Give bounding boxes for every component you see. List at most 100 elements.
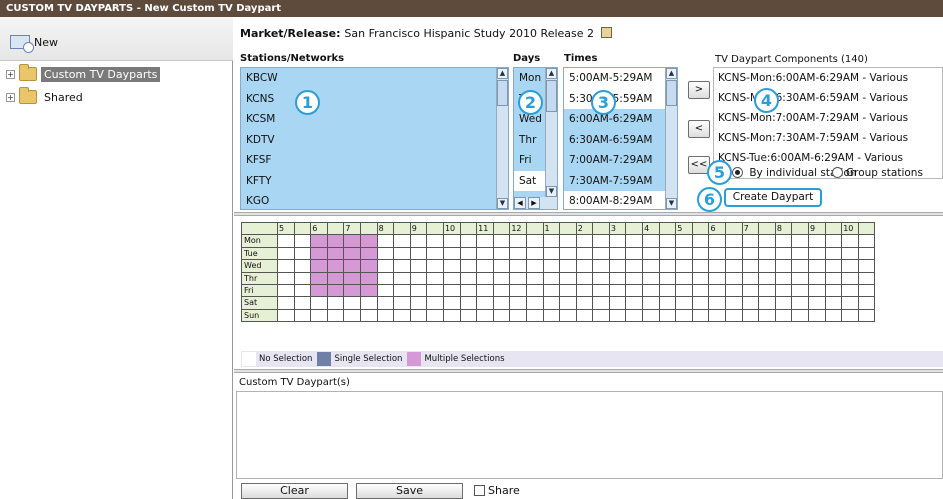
- grid-cell[interactable]: [808, 308, 826, 323]
- grid-cell[interactable]: [509, 259, 527, 273]
- grid-cell[interactable]: [409, 283, 428, 298]
- grid-cell[interactable]: [658, 308, 677, 323]
- grid-cell[interactable]: [426, 308, 444, 323]
- grid-cell[interactable]: [492, 296, 511, 310]
- grid-cell[interactable]: [409, 296, 428, 310]
- grid-cell[interactable]: [774, 271, 793, 285]
- daypart-grid[interactable]: 5 6 7 8 9 10 11 12 1 2 3 4 5 6 7 8 9 10 Mon Tue Wed Thr Fri Sat…: [241, 221, 876, 323]
- grid-cell[interactable]: [559, 234, 577, 248]
- scroll-down-icon[interactable]: ▼: [497, 198, 508, 209]
- station-item[interactable]: KGO: [241, 191, 508, 209]
- time-item[interactable]: 5:30AM-5:59AM: [564, 88, 677, 109]
- grid-cell[interactable]: [642, 259, 660, 273]
- grid-cell[interactable]: [525, 296, 544, 310]
- expand-icon[interactable]: +: [6, 69, 15, 79]
- share-checkbox[interactable]: [474, 485, 485, 496]
- grid-cell[interactable]: [575, 296, 594, 310]
- grid-cell[interactable]: [293, 259, 312, 273]
- grid-cell[interactable]: [841, 283, 859, 298]
- grid-cell[interactable]: [393, 308, 411, 323]
- grid-cell[interactable]: [608, 308, 627, 323]
- grid-cell[interactable]: [725, 246, 743, 261]
- grid-cell[interactable]: [343, 246, 361, 261]
- grid-cell[interactable]: [426, 271, 444, 285]
- grid-cell[interactable]: [658, 246, 677, 261]
- grid-cell[interactable]: [675, 234, 693, 248]
- grid-cell[interactable]: [625, 234, 644, 248]
- grid-cell[interactable]: [459, 296, 478, 310]
- component-item[interactable]: KCNS-Mon:7:00AM-7:29AM - Various: [714, 108, 942, 128]
- grid-cell[interactable]: [559, 308, 577, 323]
- grid-cell[interactable]: [808, 271, 826, 285]
- grid-cell[interactable]: [642, 308, 660, 323]
- grid-cell[interactable]: [426, 296, 444, 310]
- grid-cell[interactable]: [426, 234, 444, 248]
- grid-cell[interactable]: [310, 259, 328, 273]
- grid-cell[interactable]: [857, 296, 876, 310]
- remove-button[interactable]: <: [688, 120, 710, 138]
- grid-cell[interactable]: [625, 283, 644, 298]
- days-hscrollbar[interactable]: ◀ ▶: [514, 197, 557, 209]
- grid-cell[interactable]: [774, 259, 793, 273]
- tree-item-label[interactable]: Shared: [41, 90, 86, 105]
- grid-cell[interactable]: [708, 283, 727, 298]
- station-item[interactable]: KBCW: [241, 68, 508, 89]
- new-button[interactable]: New: [10, 35, 58, 53]
- grid-cell[interactable]: [725, 296, 743, 310]
- grid-cell[interactable]: [542, 246, 561, 261]
- component-item[interactable]: KCNS-Tue:6:00AM-6:29AM - Various: [714, 148, 942, 168]
- grid-cell[interactable]: [658, 234, 677, 248]
- times-scrollbar[interactable]: ▲ ▼: [665, 68, 677, 209]
- radio-icon[interactable]: [832, 167, 843, 178]
- station-item[interactable]: KDTV: [241, 130, 508, 151]
- grid-cell[interactable]: [592, 259, 610, 273]
- station-item[interactable]: KFTY: [241, 171, 508, 192]
- stations-list[interactable]: KBCW KCNS KCSM KDTV KFSF KFTY KGO ▲ ▼: [240, 67, 509, 210]
- tree-item-shared[interactable]: + Shared: [6, 87, 86, 107]
- component-item[interactable]: KCNS-Mon:6:00AM-6:29AM - Various: [714, 68, 942, 88]
- component-item[interactable]: KCNS-Mon:6:30AM-6:59AM - Various: [714, 88, 942, 108]
- grid-cell[interactable]: [492, 271, 511, 285]
- grid-cell[interactable]: [359, 271, 378, 285]
- grid-cell[interactable]: [575, 308, 594, 323]
- grid-cell[interactable]: [841, 296, 859, 310]
- grid-cell[interactable]: [476, 308, 494, 323]
- grid-cell[interactable]: [559, 296, 577, 310]
- grid-cell[interactable]: [857, 308, 876, 323]
- grid-cell[interactable]: [293, 283, 312, 298]
- grid-cell[interactable]: [376, 234, 395, 248]
- grid-cell[interactable]: [376, 271, 395, 285]
- grid-cell[interactable]: [393, 296, 411, 310]
- grid-cell[interactable]: [376, 259, 395, 273]
- grid-cell[interactable]: [409, 234, 428, 248]
- grid-cell[interactable]: [509, 283, 527, 298]
- grid-cell[interactable]: [575, 271, 594, 285]
- grid-cell[interactable]: [542, 271, 561, 285]
- grid-cell[interactable]: [608, 259, 627, 273]
- grid-cell[interactable]: [691, 296, 710, 310]
- grid-cell[interactable]: [393, 283, 411, 298]
- grid-cell[interactable]: [791, 283, 809, 298]
- grid-cell[interactable]: [592, 308, 610, 323]
- grid-cell[interactable]: [625, 259, 644, 273]
- grid-cell[interactable]: [725, 283, 743, 298]
- notes-icon[interactable]: [600, 27, 612, 38]
- scroll-thumb[interactable]: [497, 80, 508, 106]
- grid-cell[interactable]: [293, 296, 312, 310]
- grid-cell[interactable]: [575, 259, 594, 273]
- grid-cell[interactable]: [708, 308, 727, 323]
- grid-cell[interactable]: [293, 271, 312, 285]
- grid-cell[interactable]: [791, 296, 809, 310]
- grid-cell[interactable]: [492, 246, 511, 261]
- grid-cell[interactable]: [857, 246, 876, 261]
- grid-cell[interactable]: [492, 259, 511, 273]
- grid-cell[interactable]: [741, 283, 760, 298]
- grid-cell[interactable]: [426, 246, 444, 261]
- grid-cell[interactable]: [642, 246, 660, 261]
- grid-cell[interactable]: [808, 296, 826, 310]
- option-group-stations[interactable]: Group stations: [832, 167, 923, 179]
- time-item[interactable]: 6:30AM-6:59AM: [564, 129, 677, 150]
- grid-cell[interactable]: [310, 271, 328, 285]
- scroll-left-icon[interactable]: ◀: [514, 197, 526, 209]
- grid-cell[interactable]: [293, 246, 312, 261]
